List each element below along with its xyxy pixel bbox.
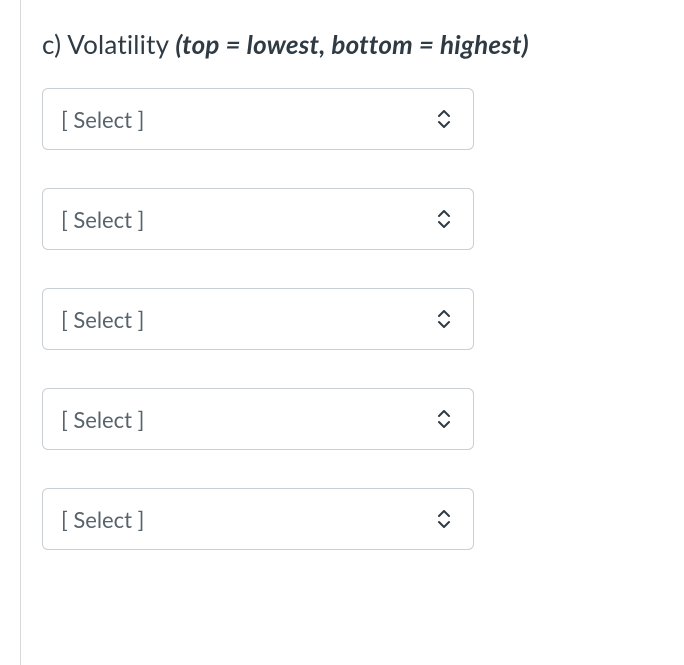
select-placeholder: [ Select ]: [61, 506, 144, 533]
prompt-label: Volatility: [67, 28, 168, 60]
prompt-hint: (top = lowest, bottom = highest): [175, 28, 528, 60]
prompt-prefix: c): [42, 28, 67, 60]
select-3[interactable]: [ Select ]: [42, 288, 474, 350]
chevron-up-down-icon: [437, 510, 451, 528]
question-prompt: c) Volatility (top = lowest, bottom = hi…: [42, 28, 684, 60]
question-content: c) Volatility (top = lowest, bottom = hi…: [42, 28, 684, 550]
select-2[interactable]: [ Select ]: [42, 188, 474, 250]
select-placeholder: [ Select ]: [61, 406, 144, 433]
select-list: [ Select ] [ Select ] [ Select ] [ Selec…: [42, 88, 684, 550]
select-placeholder: [ Select ]: [61, 106, 144, 133]
chevron-up-down-icon: [437, 110, 451, 128]
chevron-up-down-icon: [437, 310, 451, 328]
select-5[interactable]: [ Select ]: [42, 488, 474, 550]
select-placeholder: [ Select ]: [61, 306, 144, 333]
select-4[interactable]: [ Select ]: [42, 388, 474, 450]
select-1[interactable]: [ Select ]: [42, 88, 474, 150]
chevron-up-down-icon: [437, 210, 451, 228]
select-placeholder: [ Select ]: [61, 206, 144, 233]
chevron-up-down-icon: [437, 410, 451, 428]
vertical-rule: [20, 0, 21, 665]
